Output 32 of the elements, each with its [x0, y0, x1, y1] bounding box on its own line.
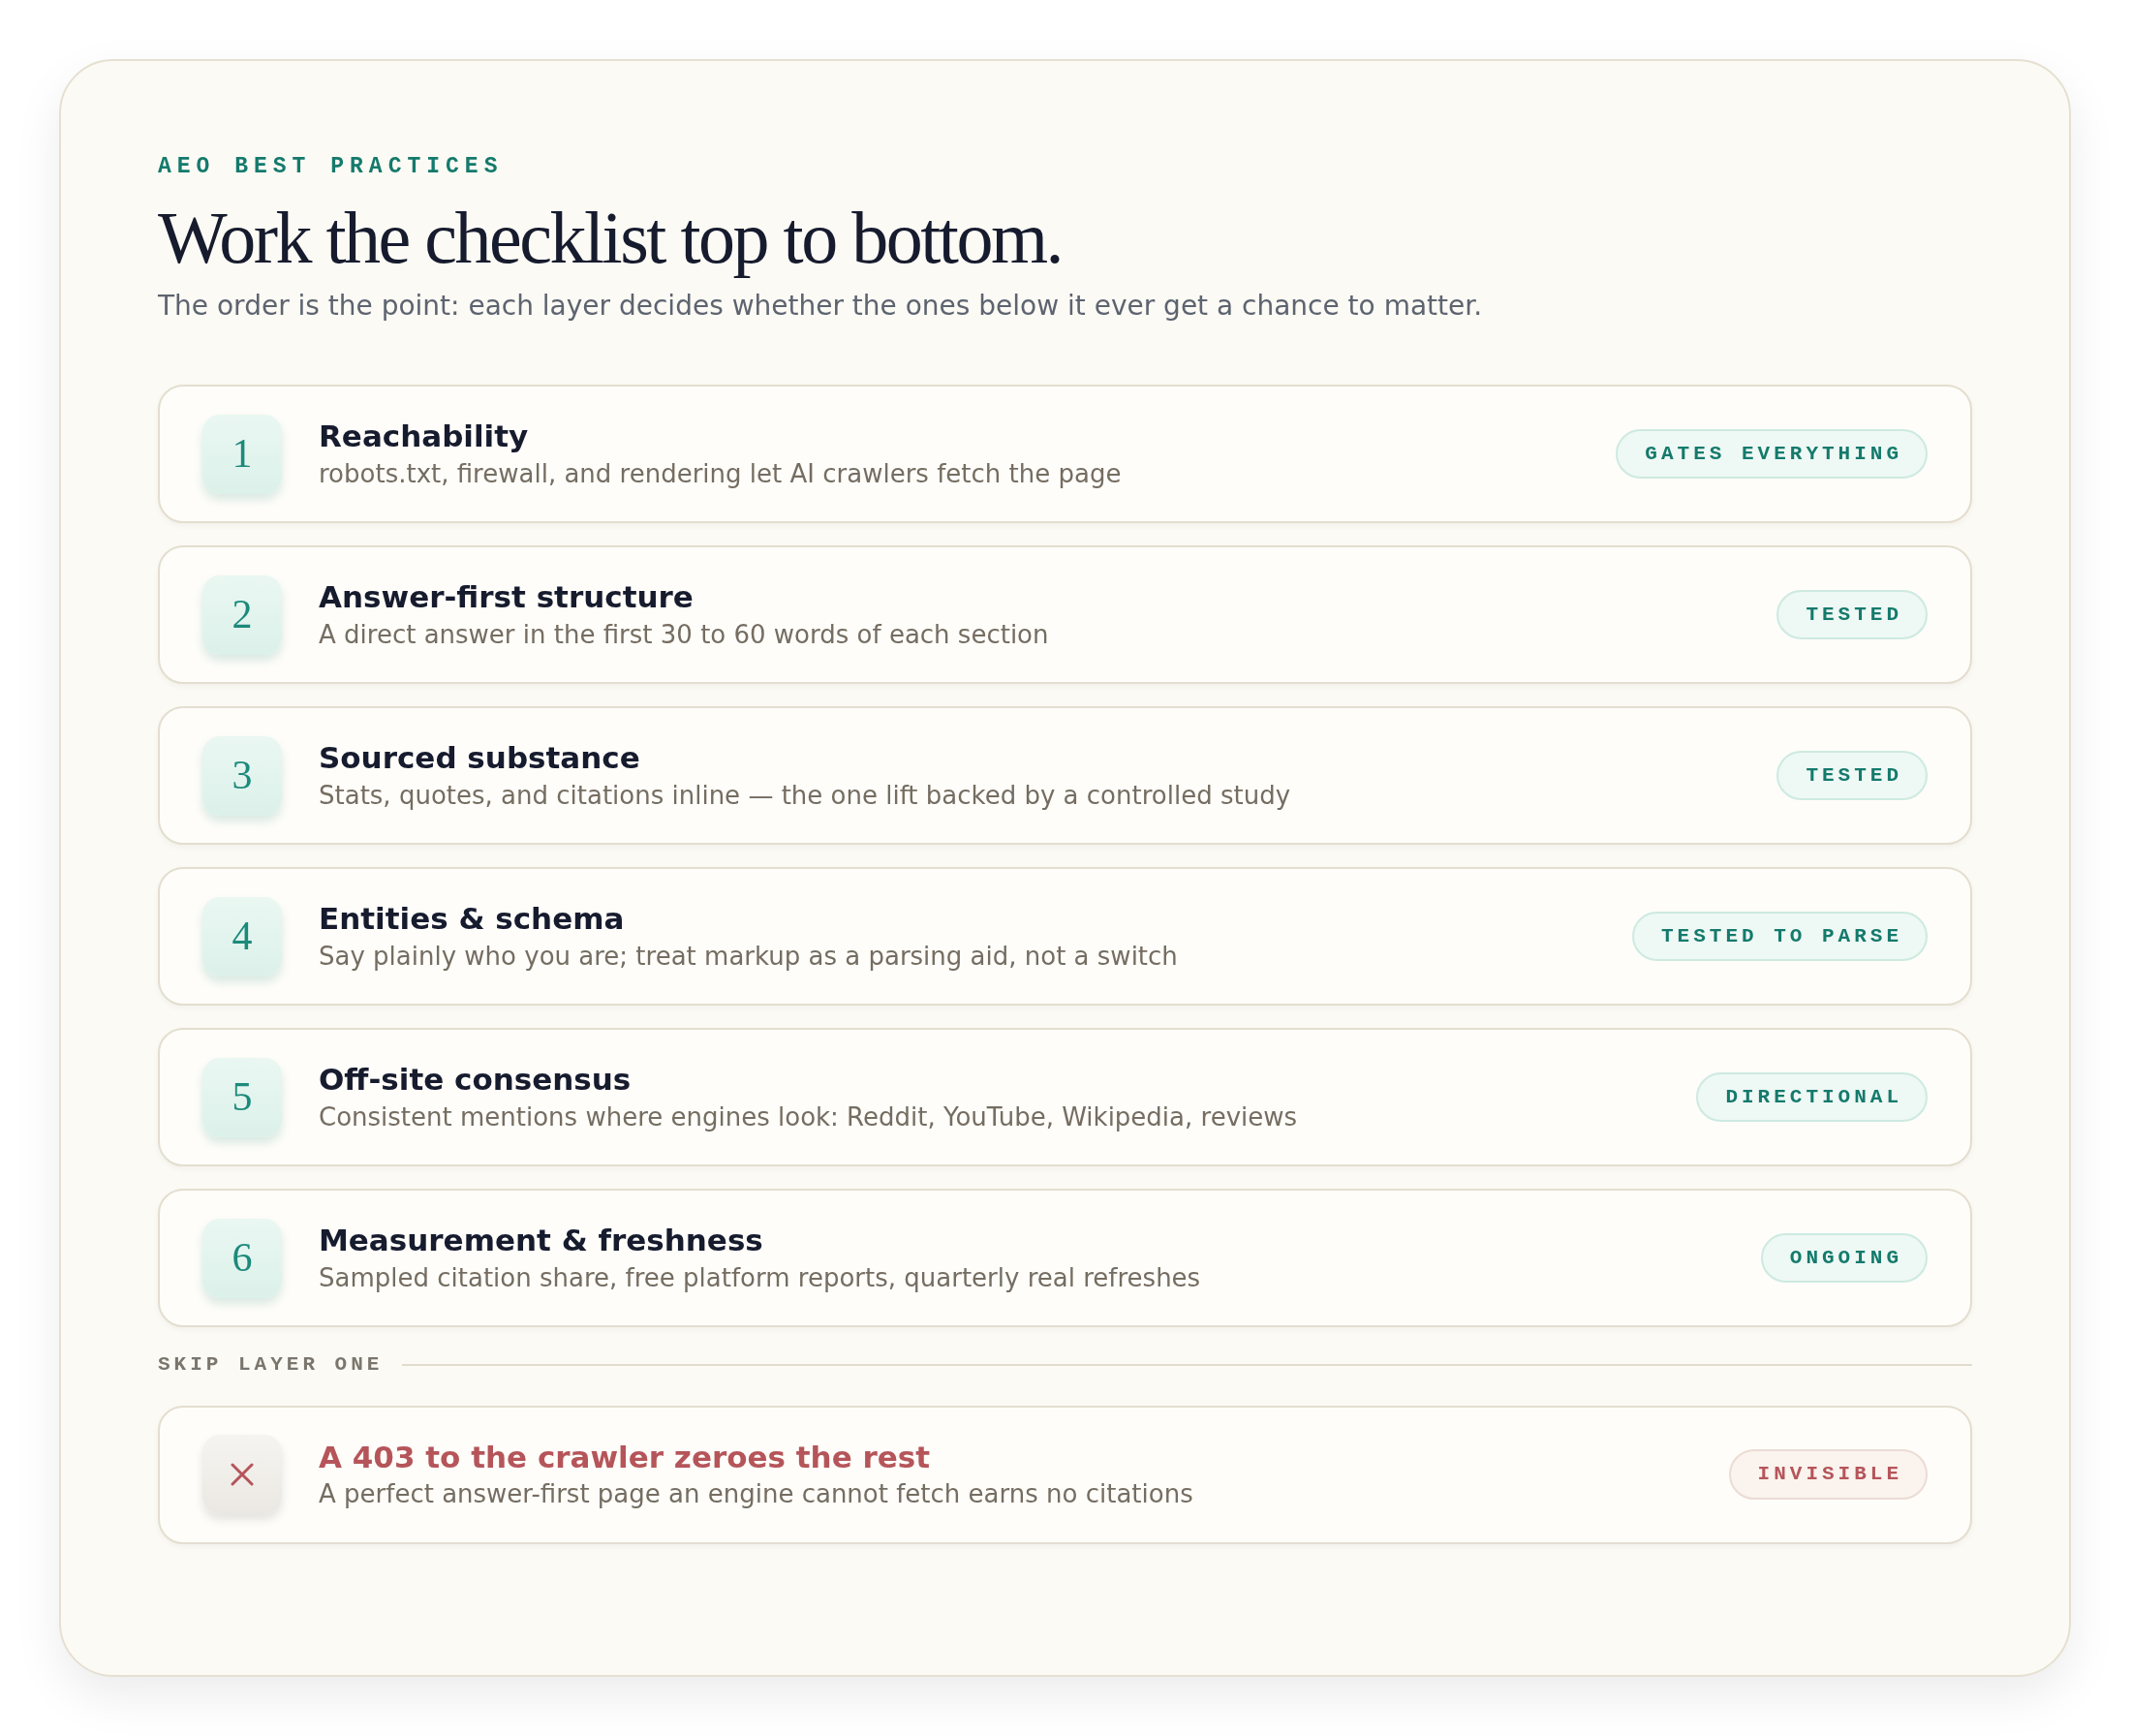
eyebrow-label: AEO BEST PRACTICES	[158, 153, 505, 181]
status-tag: TESTED	[1776, 589, 1928, 640]
step-description: A perfect answer-first page an engine cannot fetch earns no citations	[319, 1478, 1194, 1511]
step-title: Entities & schema	[319, 900, 626, 939]
step-title: Measurement & freshness	[319, 1222, 764, 1260]
step-number: 1	[202, 414, 282, 494]
step-description: A direct answer in the first 30 to 60 words of each section	[319, 618, 1050, 651]
status-tag: GATES EVERYTHING	[1616, 428, 1928, 480]
step-number: 4	[202, 896, 282, 976]
page-title: Work the checklist top to bottom.	[158, 197, 1063, 279]
step-title: A 403 to the crawler zeroes the rest	[319, 1438, 932, 1476]
step-title: Answer-first structure	[319, 578, 695, 617]
step-title: Off-site consensus	[319, 1061, 633, 1100]
step-description: Say plainly who you are; treat markup as a parsing aid, not a switch	[319, 940, 1179, 973]
step-description: Consistent mentions where engines look: Reddit, YouTube, Wikipedia, reviews	[319, 1100, 1299, 1133]
status-tag: ONGOING	[1760, 1232, 1928, 1284]
step-description: Stats, quotes, and citations inline — the one lift backed by a controlled study	[319, 779, 1292, 812]
step-number: 6	[202, 1218, 282, 1298]
step-title: Sourced substance	[319, 739, 641, 778]
step-number: 2	[202, 574, 282, 655]
subtitle: The order is the point: each layer decides whether the ones below it ever get a chance to matter.	[158, 289, 1484, 325]
step-number: 3	[202, 735, 282, 816]
status-tag: DIRECTIONAL	[1696, 1071, 1928, 1123]
step-title: Reachability	[319, 418, 530, 456]
status-tag: TESTED	[1776, 750, 1928, 801]
step-description: robots.txt, firewall, and rendering let AI crawlers fetch the page	[319, 457, 1123, 490]
cross-icon	[202, 1435, 282, 1515]
status-tag: TESTED TO PARSE	[1631, 911, 1928, 962]
status-tag: INVISIBLE	[1728, 1449, 1928, 1500]
step-number: 5	[202, 1057, 282, 1137]
step-description: Sampled citation share, free platform reports, quarterly real refreshes	[319, 1261, 1202, 1294]
section-label: SKIP LAYER ONE	[158, 1352, 384, 1379]
